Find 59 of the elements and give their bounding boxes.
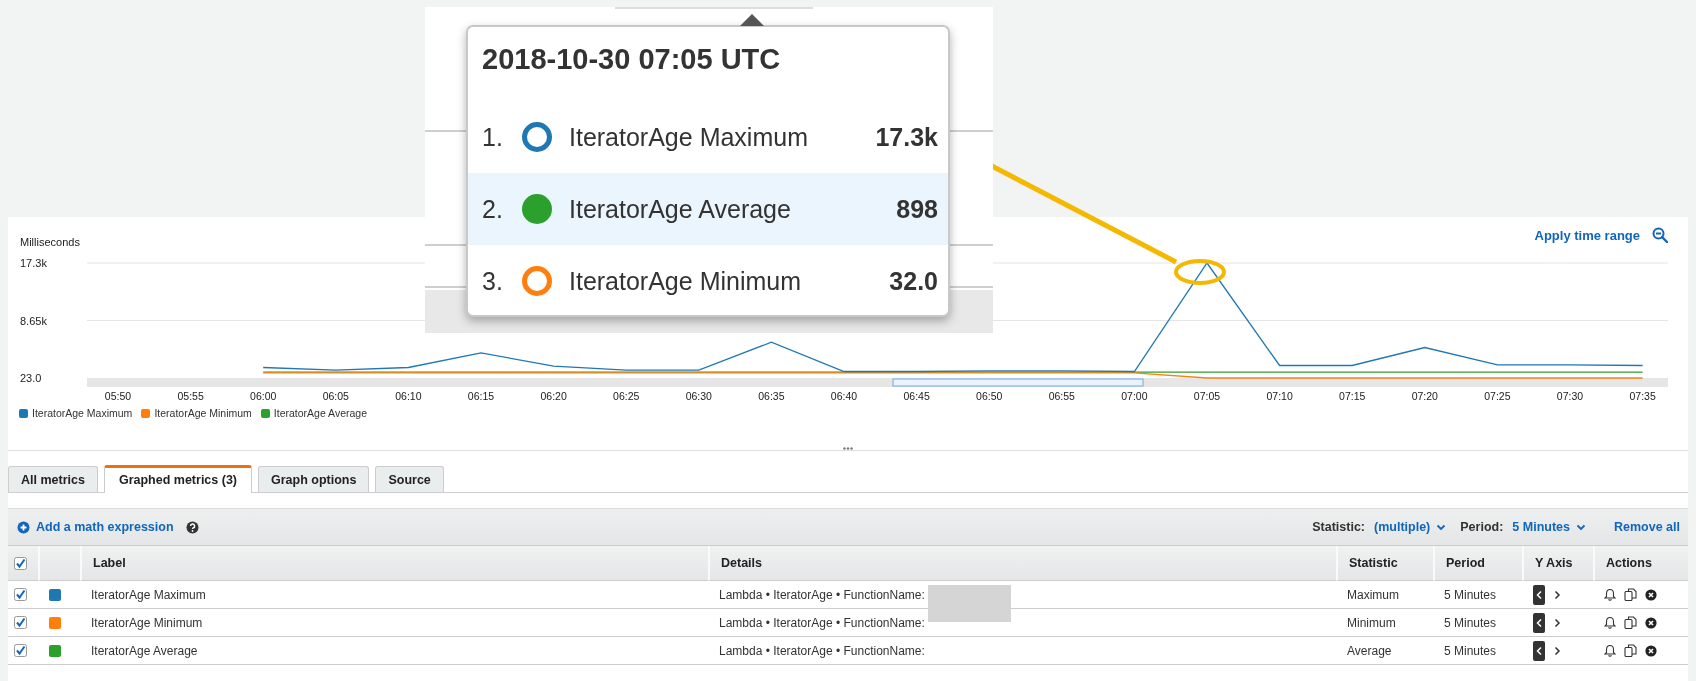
x-tick-label: 05:50 <box>104 390 132 402</box>
series-name: IteratorAge Average <box>569 194 792 224</box>
period-value: 5 Minutes <box>1444 587 1497 602</box>
period-value: 5 Minutes <box>1444 643 1497 658</box>
series-value: 17.3k <box>875 122 938 152</box>
series-name: IteratorAge Maximum <box>569 122 809 152</box>
x-tick-label: 06:05 <box>322 390 349 402</box>
x-tick-label: 06:25 <box>613 390 640 402</box>
x-tick-label: 07:20 <box>1411 390 1438 402</box>
x-tick-label: 07:35 <box>1629 390 1656 402</box>
row-number: 3. <box>482 266 504 296</box>
x-tick-label: 05:55 <box>177 390 204 402</box>
x-tick-label: 07:30 <box>1556 390 1584 402</box>
x-tick-label: 06:40 <box>830 390 858 402</box>
statistic-value: Minimum <box>1347 615 1396 630</box>
series-value: 898 <box>896 194 938 224</box>
y-tick-label: 17.3k <box>20 257 47 269</box>
x-tick-label: 06:10 <box>395 390 422 402</box>
metric-details: Lambda • IteratorAge • FunctionName: <box>719 615 925 630</box>
y-axis-label: Milliseconds <box>20 236 80 248</box>
column-header: Y Axis <box>1522 546 1593 581</box>
metric-label: IteratorAge Average <box>91 643 198 658</box>
metric-label: IteratorAge Minimum <box>91 615 203 630</box>
metric-label: IteratorAge Maximum <box>91 587 206 602</box>
statistic-value: Average <box>1347 643 1392 658</box>
x-tick-label: 06:30 <box>685 390 712 402</box>
x-tick-label: 07:10 <box>1266 390 1293 402</box>
legend-label: IteratorAge Average <box>273 407 368 419</box>
column-header: Details <box>708 546 1336 581</box>
x-tick-label: 06:20 <box>540 390 567 402</box>
metric-details: Lambda • IteratorAge • FunctionName: <box>719 587 925 602</box>
legend-label: IteratorAge Minimum <box>154 407 252 419</box>
x-tick-label: 06:50 <box>976 390 1003 402</box>
x-tick-label: 06:35 <box>758 390 785 402</box>
x-tick-label: 07:05 <box>1193 390 1221 402</box>
metric-details: Lambda • IteratorAge • FunctionName: <box>719 643 925 658</box>
statistic-value: Maximum <box>1347 587 1399 602</box>
series-value: 32.0 <box>889 266 938 296</box>
x-tick-label: 06:45 <box>903 390 930 402</box>
x-tick-label: 07:15 <box>1339 390 1366 402</box>
period-value: 5 Minutes <box>1444 615 1497 630</box>
row-number: 2. <box>482 194 504 224</box>
tooltip-title: 2018-10-30 07:05 UTC <box>481 42 782 77</box>
column-header: Actions <box>1593 546 1688 581</box>
row-number: 1. <box>482 122 504 152</box>
period-label: Period: <box>1460 520 1504 534</box>
column-header: Statistic <box>1336 546 1433 581</box>
x-tick-label: 07:25 <box>1484 390 1511 402</box>
legend-label: IteratorAge Maximum <box>32 407 133 419</box>
column-header: Label <box>80 546 708 581</box>
series-name: IteratorAge Minimum <box>569 266 803 296</box>
y-tick-label: 8.65k <box>20 314 47 327</box>
column-header: Period <box>1433 546 1522 581</box>
statistic-label: Statistic: <box>1312 520 1365 534</box>
x-tick-label: 06:15 <box>467 390 495 402</box>
y-tick-label: 23.0 <box>20 372 42 384</box>
x-tick-label: 07:00 <box>1121 390 1148 402</box>
x-tick-label: 06:00 <box>250 390 277 402</box>
x-tick-label: 06:55 <box>1048 390 1075 402</box>
